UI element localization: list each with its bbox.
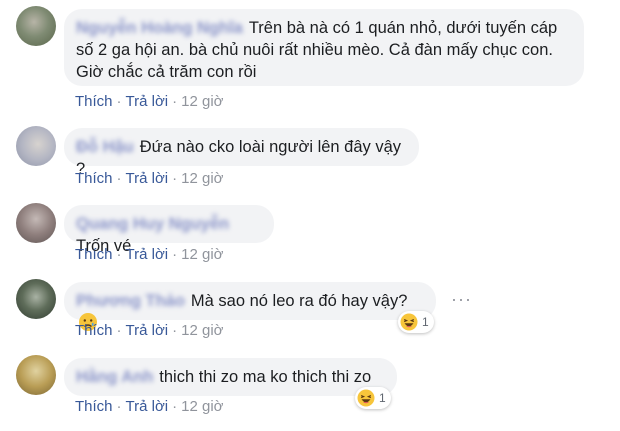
reaction-summary[interactable]: 1 <box>398 311 434 333</box>
comment-text: Mà sao nó leo ra đó hay vậy? <box>190 292 408 310</box>
comment-actions: Thích · Trả lời · 12 giờ <box>75 398 224 415</box>
reaction-count: 1 <box>379 391 386 405</box>
comment-actions: Thích · Trả lời · 12 giờ <box>75 246 224 263</box>
reply-link[interactable]: Trả lời <box>126 246 169 263</box>
comment-time[interactable]: 12 giờ <box>181 170 223 187</box>
separator-dot: · <box>172 398 178 415</box>
comment-author[interactable]: Quang Huy Nguyễn <box>76 213 229 235</box>
avatar[interactable] <box>16 126 56 166</box>
comment-author[interactable]: Nguyễn Hoàng Nghĩa <box>76 17 243 39</box>
comment-time[interactable]: 12 giờ <box>181 398 223 415</box>
reaction-count: 1 <box>422 315 429 329</box>
comment-time[interactable]: 12 giờ <box>181 93 223 110</box>
separator-dot: · <box>116 398 122 415</box>
haha-icon <box>400 313 418 331</box>
reply-link[interactable]: Trả lời <box>126 170 169 187</box>
avatar[interactable] <box>16 355 56 395</box>
separator-dot: · <box>172 93 178 110</box>
separator-dot: · <box>116 322 122 339</box>
comment-author[interactable]: Đỗ Hậu <box>76 136 134 158</box>
comment-time[interactable]: 12 giờ <box>181 246 223 263</box>
reply-link[interactable]: Trả lời <box>126 93 169 110</box>
comment-author[interactable]: Hằng Anh <box>76 366 153 388</box>
comment-text: thich thi zo ma ko thich thi zo <box>159 368 372 386</box>
separator-dot: · <box>172 322 178 339</box>
reply-link[interactable]: Trả lời <box>126 398 169 415</box>
separator-dot: · <box>172 246 178 263</box>
comment-time[interactable]: 12 giờ <box>181 322 223 339</box>
more-options-icon[interactable]: ··· <box>451 289 472 310</box>
comment-actions: Thích · Trả lời · 12 giờ <box>75 322 224 339</box>
reaction-summary[interactable]: 1 <box>355 387 391 409</box>
comment-actions: Thích · Trả lời · 12 giờ <box>75 93 224 110</box>
like-link[interactable]: Thích <box>75 93 113 110</box>
like-link[interactable]: Thích <box>75 398 113 415</box>
separator-dot: · <box>116 246 122 263</box>
avatar[interactable] <box>16 6 56 46</box>
avatar[interactable] <box>16 279 56 319</box>
comment-author[interactable]: Phương Thảo <box>76 290 185 312</box>
comment-bubble: Phương Thảo Mà sao nó leo ra đó hay vậy? <box>64 282 436 331</box>
comment-bubble: Quang Huy NguyễnTrốn vé <box>64 205 274 255</box>
separator-dot: · <box>172 170 178 187</box>
avatar[interactable] <box>16 203 56 243</box>
comment-actions: Thích · Trả lời · 12 giờ <box>75 170 224 187</box>
reply-link[interactable]: Trả lời <box>126 322 169 339</box>
comment-thread: Nguyễn Hoàng Nghĩa Trên bà nà có 1 quán n… <box>0 0 620 431</box>
comment-bubble: Nguyễn Hoàng Nghĩa Trên bà nà có 1 quán n… <box>64 9 584 86</box>
like-link[interactable]: Thích <box>75 246 113 263</box>
separator-dot: · <box>116 93 122 110</box>
comment-bubble: Hằng Anh thich thi zo ma ko thich thi zo <box>64 358 397 396</box>
like-link[interactable]: Thích <box>75 322 113 339</box>
haha-icon <box>357 389 375 407</box>
like-link[interactable]: Thích <box>75 170 113 187</box>
comment-bubble: Đỗ Hậu Đứa nào cko loài người lên đây vậy… <box>64 128 419 178</box>
separator-dot: · <box>116 170 122 187</box>
